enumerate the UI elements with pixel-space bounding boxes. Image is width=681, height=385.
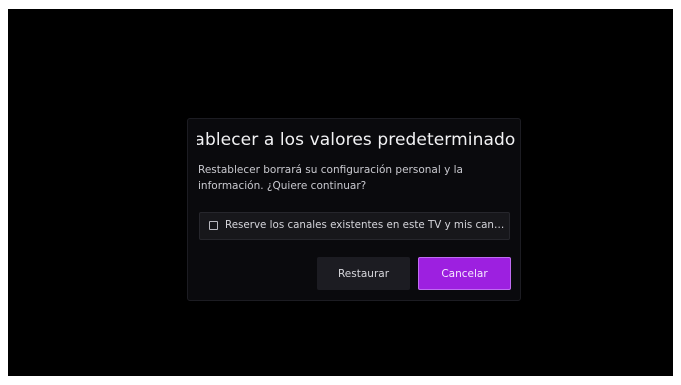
dialog-title: Restablecer a los valores predeterminado… <box>197 130 515 150</box>
title-marquee: Restablecer a los valores predeterminado… <box>197 129 515 153</box>
dialog-message: Restablecer borrará su configuración per… <box>198 164 463 192</box>
checkbox-label: Reserve los canales existentes en este T… <box>225 219 507 231</box>
keep-channels-checkbox[interactable]: Reserve los canales existentes en este T… <box>199 212 510 240</box>
restore-button[interactable]: Restaurar <box>317 257 410 290</box>
checkbox-icon[interactable] <box>209 221 218 230</box>
reset-dialog: Restablecer a los valores predeterminado… <box>187 118 521 301</box>
cancel-button[interactable]: Cancelar <box>418 257 511 290</box>
tv-screen: Restablecer a los valores predeterminado… <box>8 9 673 376</box>
